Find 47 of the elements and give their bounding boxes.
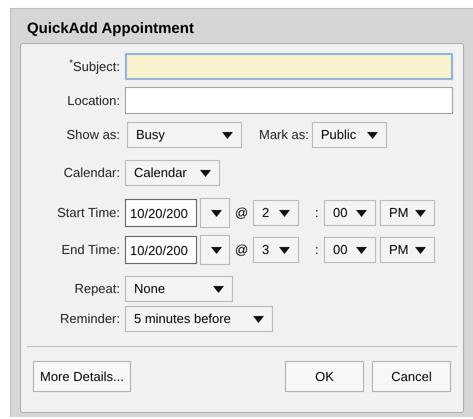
date-dropdown-button[interactable] (200, 198, 230, 228)
ok-button[interactable]: OK (285, 361, 364, 392)
date-dropdown-button[interactable] (200, 235, 230, 265)
at-sign: @ (235, 204, 249, 222)
caret-icon (415, 210, 426, 216)
caret-icon (213, 286, 224, 292)
field-label: Calendar: (62, 164, 121, 182)
caret-icon (366, 132, 378, 138)
caret-icon (415, 246, 426, 254)
caret-icon (279, 246, 290, 254)
field-label: Reminder: (59, 310, 121, 328)
caret-icon (356, 210, 367, 216)
date-field[interactable]: 10/20/200 (125, 199, 197, 227)
date-field[interactable]: 10/20/200 (125, 236, 197, 264)
colon: : (315, 204, 320, 222)
hour-select[interactable]: 2 (253, 200, 299, 226)
hour-select[interactable]: 3 (253, 237, 299, 263)
field-label: Start Time: (56, 204, 121, 222)
caret-icon (279, 210, 290, 216)
calendar-select[interactable]: Calendar (125, 160, 220, 186)
show-as-select[interactable]: Busy (127, 122, 242, 148)
field-label: Location: (66, 92, 121, 110)
cancel-button[interactable]: Cancel (372, 361, 451, 392)
field-label: $^{*}$Subject: (68, 56, 121, 76)
caret-icon (222, 132, 233, 138)
caret-icon (253, 316, 264, 322)
field-label: End Time: (60, 241, 121, 260)
caret-icon (200, 170, 211, 176)
repeat-select[interactable]: None (125, 276, 233, 302)
field-label: Repeat: (73, 280, 121, 298)
at-sign: @ (235, 241, 249, 260)
field-label: Show as: (66, 126, 121, 144)
ampm-select[interactable]: PM (380, 237, 435, 263)
caret-icon (211, 246, 222, 254)
reminder-select[interactable]: 5 minutes before (125, 306, 273, 332)
text-field[interactable] (125, 53, 453, 80)
text-field[interactable] (125, 87, 453, 114)
minute-select[interactable]: 00 (324, 237, 376, 263)
mark-as-select[interactable]: Public (312, 122, 387, 148)
field-label: Mark as: (259, 126, 309, 144)
caret-icon (211, 210, 222, 216)
colon: : (315, 241, 320, 260)
more-details-button[interactable]: More Details... (33, 361, 131, 392)
window-title: QuickAdd Appointment (26, 19, 195, 39)
caret-icon (356, 246, 367, 254)
minute-select[interactable]: 00 (324, 200, 376, 226)
ampm-select[interactable]: PM (380, 200, 435, 226)
